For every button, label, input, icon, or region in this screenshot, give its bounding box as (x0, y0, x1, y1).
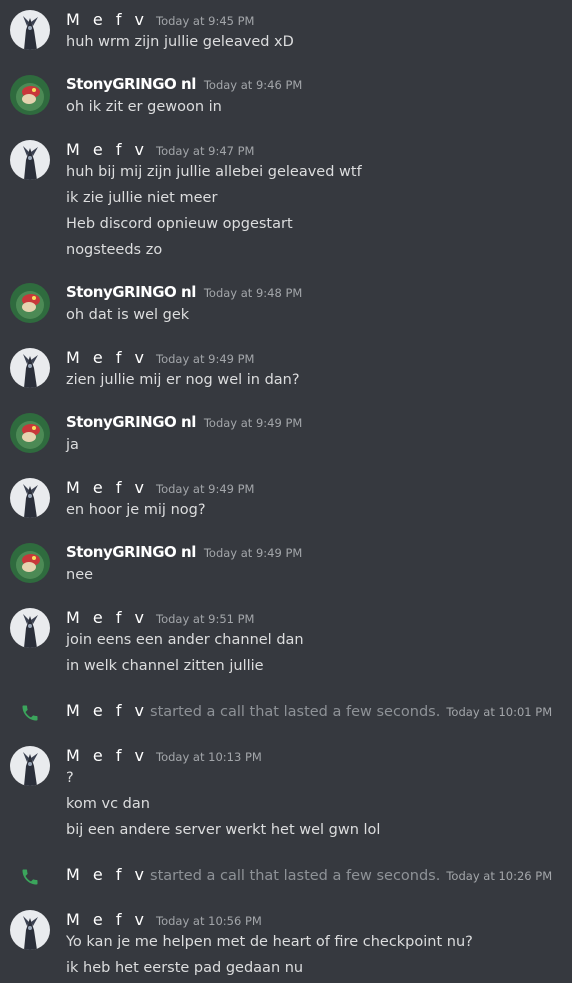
timestamp: Today at 10:01 PM (446, 705, 553, 719)
username[interactable]: M e f v (66, 910, 148, 929)
message-text: bij een andere server werkt het wel gwn … (66, 822, 381, 838)
avatar[interactable] (10, 608, 50, 648)
call-event: M e f v started a call that lasted a few… (0, 700, 572, 724)
timestamp: Today at 9:49 PM (156, 482, 255, 496)
message-text: zien jullie mij er nog wel in dan? (66, 372, 300, 388)
timestamp: Today at 10:56 PM (156, 914, 262, 928)
username[interactable]: M e f v (66, 10, 148, 29)
phone-icon (22, 705, 38, 721)
avatar[interactable] (10, 75, 50, 115)
timestamp: Today at 9:51 PM (156, 612, 255, 626)
message-text: oh ik zit er gewoon in (66, 99, 222, 115)
phone-icon (22, 869, 38, 885)
dark-figure-avatar-icon (10, 746, 50, 786)
timestamp: Today at 9:48 PM (203, 286, 303, 300)
dark-figure-avatar-icon (10, 910, 50, 950)
timestamp: Today at 9:47 PM (156, 144, 255, 158)
dark-figure-avatar-icon (10, 140, 50, 180)
dark-figure-avatar-icon (10, 348, 50, 388)
call-description: started a call that lasted a few seconds… (150, 868, 441, 884)
green-red-creature-avatar-icon (10, 543, 50, 583)
green-red-creature-avatar-icon (10, 75, 50, 115)
timestamp: Today at 9:46 PM (203, 78, 303, 92)
message-header: StonyGRINGO nl Today at 9:49 PM (66, 413, 302, 435)
timestamp: Today at 9:49 PM (203, 546, 303, 560)
green-red-creature-avatar-icon (10, 413, 50, 453)
avatar[interactable] (10, 348, 50, 388)
green-red-creature-avatar-icon (10, 283, 50, 323)
username[interactable]: M e f v (66, 700, 148, 722)
avatar[interactable] (10, 910, 50, 950)
message-text: Yo kan je me helpen met de heart of fire… (66, 934, 473, 950)
call-event: M e f v started a call that lasted a few… (0, 864, 572, 888)
username[interactable]: StonyGRINGO nl (66, 283, 196, 301)
username[interactable]: M e f v (66, 478, 148, 497)
message-header: M e f v Today at 9:45 PM (66, 10, 254, 32)
username[interactable]: M e f v (66, 608, 148, 627)
timestamp: Today at 10:26 PM (446, 869, 553, 883)
message-header: M e f v Today at 9:47 PM (66, 140, 254, 162)
avatar[interactable] (10, 478, 50, 518)
call-text: M e f v started a call that lasted a few… (66, 700, 552, 723)
message-text: kom vc dan (66, 796, 150, 812)
timestamp: Today at 9:45 PM (156, 14, 255, 28)
message-text: nogsteeds zo (66, 242, 163, 258)
message-text: huh bij mij zijn jullie allebei geleaved… (66, 164, 362, 180)
message-header: M e f v Today at 9:49 PM (66, 348, 254, 370)
username[interactable]: M e f v (66, 348, 148, 367)
message-header: StonyGRINGO nl Today at 9:49 PM (66, 543, 302, 565)
message-text: join eens een ander channel dan (66, 632, 304, 648)
username[interactable]: StonyGRINGO nl (66, 543, 196, 561)
dark-figure-avatar-icon (10, 608, 50, 648)
dark-figure-avatar-icon (10, 478, 50, 518)
message-header: M e f v Today at 9:51 PM (66, 608, 254, 630)
avatar[interactable] (10, 543, 50, 583)
call-description: started a call that lasted a few seconds… (150, 704, 441, 720)
timestamp: Today at 10:13 PM (156, 750, 262, 764)
timestamp: Today at 9:49 PM (156, 352, 255, 366)
call-text: M e f v started a call that lasted a few… (66, 864, 552, 887)
message-header: M e f v Today at 10:13 PM (66, 746, 262, 768)
avatar[interactable] (10, 746, 50, 786)
message-text: huh wrm zijn jullie geleaved xD (66, 34, 294, 50)
message-text: oh dat is wel gek (66, 307, 190, 323)
message-header: M e f v Today at 9:49 PM (66, 478, 254, 500)
message-header: StonyGRINGO nl Today at 9:46 PM (66, 75, 302, 97)
message-text: en hoor je mij nog? (66, 502, 206, 518)
username[interactable]: StonyGRINGO nl (66, 413, 196, 431)
username[interactable]: M e f v (66, 746, 148, 765)
timestamp: Today at 9:49 PM (203, 416, 303, 430)
username[interactable]: StonyGRINGO nl (66, 75, 196, 93)
message-text: Heb discord opnieuw opgestart (66, 216, 293, 232)
avatar[interactable] (10, 10, 50, 50)
avatar[interactable] (10, 413, 50, 453)
username[interactable]: M e f v (66, 140, 148, 159)
dark-figure-avatar-icon (10, 10, 50, 50)
username[interactable]: M e f v (66, 864, 148, 886)
message-text: nee (66, 567, 94, 583)
message-text: ja (66, 437, 79, 453)
avatar[interactable] (10, 283, 50, 323)
avatar[interactable] (10, 140, 50, 180)
message-header: M e f v Today at 10:56 PM (66, 910, 262, 932)
message-text: ik zie jullie niet meer (66, 190, 218, 206)
message-text: ik heb het eerste pad gedaan nu (66, 960, 304, 976)
message-text: in welk channel zitten jullie (66, 658, 264, 674)
message-text: ? (66, 770, 74, 786)
message-header: StonyGRINGO nl Today at 9:48 PM (66, 283, 302, 305)
